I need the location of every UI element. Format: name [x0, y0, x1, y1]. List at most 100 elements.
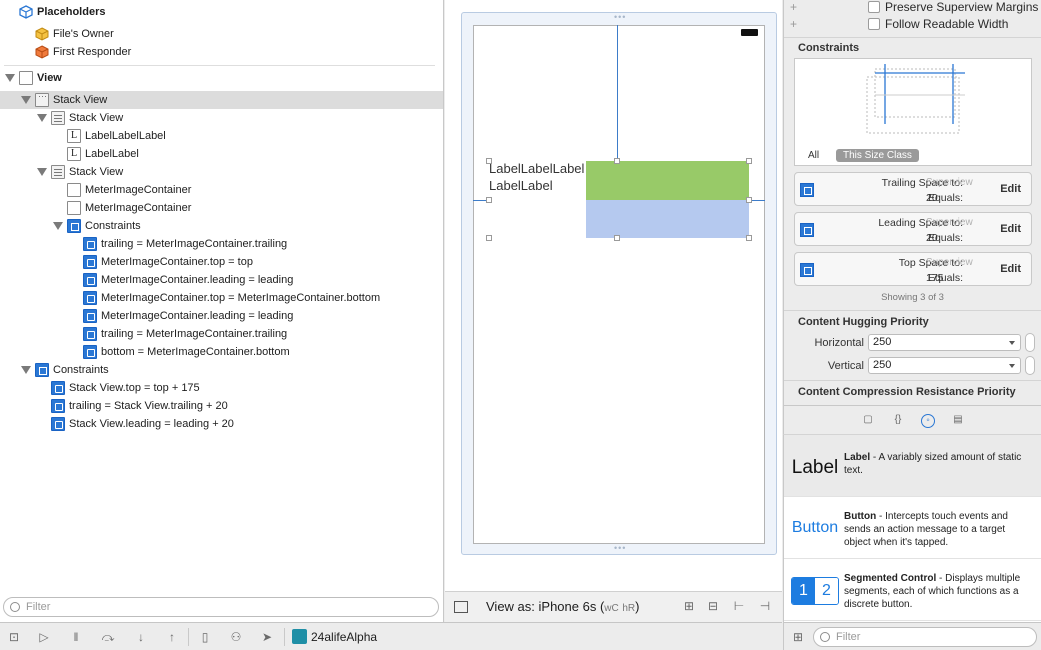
- media-library-icon[interactable]: ▤: [951, 414, 965, 428]
- disclosure-triangle-icon[interactable]: [37, 114, 47, 122]
- scene-view[interactable]: [473, 25, 765, 544]
- code-snippet-icon[interactable]: {}: [891, 414, 905, 428]
- outline-meter-1[interactable]: MeterImageContainer: [0, 181, 443, 199]
- disclosure-triangle-icon[interactable]: [5, 74, 15, 82]
- outline-meter-2[interactable]: MeterImageContainer: [0, 199, 443, 217]
- outline-view[interactable]: View: [0, 69, 443, 87]
- outline-inner-stack-1[interactable]: Stack View: [0, 109, 443, 127]
- file-template-icon[interactable]: ▢: [861, 414, 875, 428]
- outline-label: Stack View.leading = leading + 20: [69, 418, 234, 430]
- outline-label-2[interactable]: L LabelLabel: [0, 145, 443, 163]
- plus-icon[interactable]: +: [790, 0, 797, 14]
- outline-first-responder[interactable]: First Responder: [0, 43, 443, 61]
- selection-handle[interactable]: [614, 235, 620, 241]
- step-over-icon[interactable]: ⤼: [100, 629, 116, 645]
- plus-icon[interactable]: +: [790, 17, 797, 31]
- button-preview: Button: [791, 519, 839, 536]
- selection-handle[interactable]: [614, 158, 620, 164]
- outline-inner-constraints[interactable]: Constraints: [0, 217, 443, 235]
- checkbox[interactable]: [868, 1, 880, 13]
- meter-image-container-bottom[interactable]: [586, 200, 749, 238]
- library-item-button[interactable]: Button Button - Intercepts touch events …: [784, 497, 1041, 559]
- outline-stack-view[interactable]: Stack View: [0, 91, 443, 109]
- vertical-label: Vertical: [827, 360, 864, 372]
- constraint-row[interactable]: trailing = Stack View.trailing + 20: [0, 397, 443, 415]
- disclosure-triangle-icon[interactable]: [53, 222, 63, 230]
- checkbox-label: Follow Readable Width: [885, 17, 1009, 31]
- outline-label-1[interactable]: L LabelLabelLabel: [0, 127, 443, 145]
- constraint-card[interactable]: Trailing Space to: Superview Equals: 20 …: [794, 172, 1032, 206]
- library-filter-input[interactable]: Filter: [813, 627, 1037, 647]
- constraint-row[interactable]: bottom = MeterImageContainer.bottom: [0, 343, 443, 361]
- constraint-row[interactable]: MeterImageContainer.top = top: [0, 253, 443, 271]
- tab-all[interactable]: All: [808, 150, 819, 161]
- selection-handle[interactable]: [486, 235, 492, 241]
- library-item-name: Segmented Control: [844, 573, 937, 584]
- hide-debug-area-icon[interactable]: ⊡: [6, 629, 22, 645]
- size-inspector: + Preserve Superview Margins + Follow Re…: [783, 0, 1041, 405]
- resolve-issues-icon[interactable]: ⊣: [757, 598, 773, 614]
- selection-handle[interactable]: [746, 158, 752, 164]
- horizontal-priority-stepper[interactable]: [1025, 333, 1035, 352]
- library-item-segmented-control[interactable]: 12 Segmented Control - Displays multiple…: [784, 559, 1041, 621]
- disclosure-triangle-icon[interactable]: [21, 366, 31, 374]
- selection-handle[interactable]: [486, 158, 492, 164]
- constraint-card[interactable]: Top Space to: Superview Equals: 175 Edit: [794, 252, 1032, 286]
- canvas-label-2[interactable]: LabelLabel: [489, 178, 553, 193]
- view-as-device-button[interactable]: View as: iPhone 6s (wC hR): [486, 599, 640, 614]
- constraint-row[interactable]: trailing = MeterImageContainer.trailing: [0, 235, 443, 253]
- tab-this-size-class[interactable]: This Size Class: [836, 149, 919, 162]
- selection-handle[interactable]: [486, 197, 492, 203]
- selection-handle[interactable]: [746, 235, 752, 241]
- view-debugger-icon[interactable]: ▯: [197, 629, 213, 645]
- constraint-row[interactable]: MeterImageContainer.leading = leading: [0, 271, 443, 289]
- constraint-row[interactable]: trailing = MeterImageContainer.trailing: [0, 325, 443, 343]
- pause-icon[interactable]: ‖: [68, 629, 84, 645]
- vertical-priority-select[interactable]: 250: [868, 357, 1021, 374]
- vertical-priority-stepper[interactable]: [1025, 356, 1035, 375]
- checkbox[interactable]: [868, 18, 880, 30]
- outline-filter-input[interactable]: Filter: [3, 597, 439, 617]
- constraint-row[interactable]: Stack View.leading = leading + 20: [0, 415, 443, 433]
- selection-handle[interactable]: [746, 197, 752, 203]
- library-item-label[interactable]: Label Label - A variably sized amount of…: [784, 435, 1041, 497]
- align-icon[interactable]: ⊟: [705, 598, 721, 614]
- memory-graph-icon[interactable]: ⚇: [228, 629, 244, 645]
- outline-placeholders[interactable]: Placeholders: [0, 3, 443, 21]
- outline-files-owner[interactable]: File's Owner: [0, 25, 443, 43]
- resize-handle-icon[interactable]: •••: [614, 12, 626, 22]
- step-into-icon[interactable]: ↓: [133, 629, 149, 645]
- horizontal-priority-select[interactable]: 250: [868, 334, 1021, 351]
- stack-icon[interactable]: ⊞: [681, 598, 697, 614]
- simulate-location-icon[interactable]: ➤: [259, 629, 275, 645]
- scheme-target[interactable]: 24alifeAlpha: [292, 629, 377, 644]
- edit-button[interactable]: Edit: [1000, 223, 1021, 235]
- constraint-row[interactable]: MeterImageContainer.leading = leading: [0, 307, 443, 325]
- step-out-icon[interactable]: ↑: [164, 629, 180, 645]
- preserve-superview-margins-checkbox[interactable]: Preserve Superview Margins: [868, 0, 1038, 14]
- outline-outer-constraints[interactable]: Constraints: [0, 361, 443, 379]
- constraint-icon: [51, 381, 65, 395]
- top-space-constraint-line[interactable]: [617, 25, 618, 161]
- follow-readable-width-checkbox[interactable]: Follow Readable Width: [868, 17, 1008, 31]
- constraint-target: Superview: [926, 257, 973, 268]
- canvas-label-1[interactable]: LabelLabelLabel: [489, 161, 584, 176]
- object-library-icon[interactable]: ◦: [921, 414, 935, 428]
- edit-button[interactable]: Edit: [1000, 183, 1021, 195]
- pin-icon[interactable]: ⊢: [731, 598, 747, 614]
- edit-button[interactable]: Edit: [1000, 263, 1021, 275]
- meter-image-container-top[interactable]: [586, 161, 749, 200]
- outline-inner-stack-2[interactable]: Stack View: [0, 163, 443, 181]
- constraint-icon: [83, 309, 97, 323]
- grid-view-icon[interactable]: ⊞: [790, 629, 806, 645]
- library-item-desc-text: - A variably sized amount of static text…: [844, 452, 1022, 476]
- document-outline-toggle-icon[interactable]: [454, 601, 468, 613]
- disclosure-triangle-icon[interactable]: [37, 168, 47, 176]
- resize-handle-icon[interactable]: •••: [614, 543, 626, 553]
- constraint-card[interactable]: Leading Space to: Superview Equals: 20 E…: [794, 212, 1032, 246]
- constraint-row[interactable]: MeterImageContainer.top = MeterImageCont…: [0, 289, 443, 307]
- constraint-row[interactable]: Stack View.top = top + 175: [0, 379, 443, 397]
- breakpoints-icon[interactable]: ▷: [36, 629, 52, 645]
- filter-placeholder: Filter: [836, 631, 861, 643]
- disclosure-triangle-icon[interactable]: [21, 96, 31, 104]
